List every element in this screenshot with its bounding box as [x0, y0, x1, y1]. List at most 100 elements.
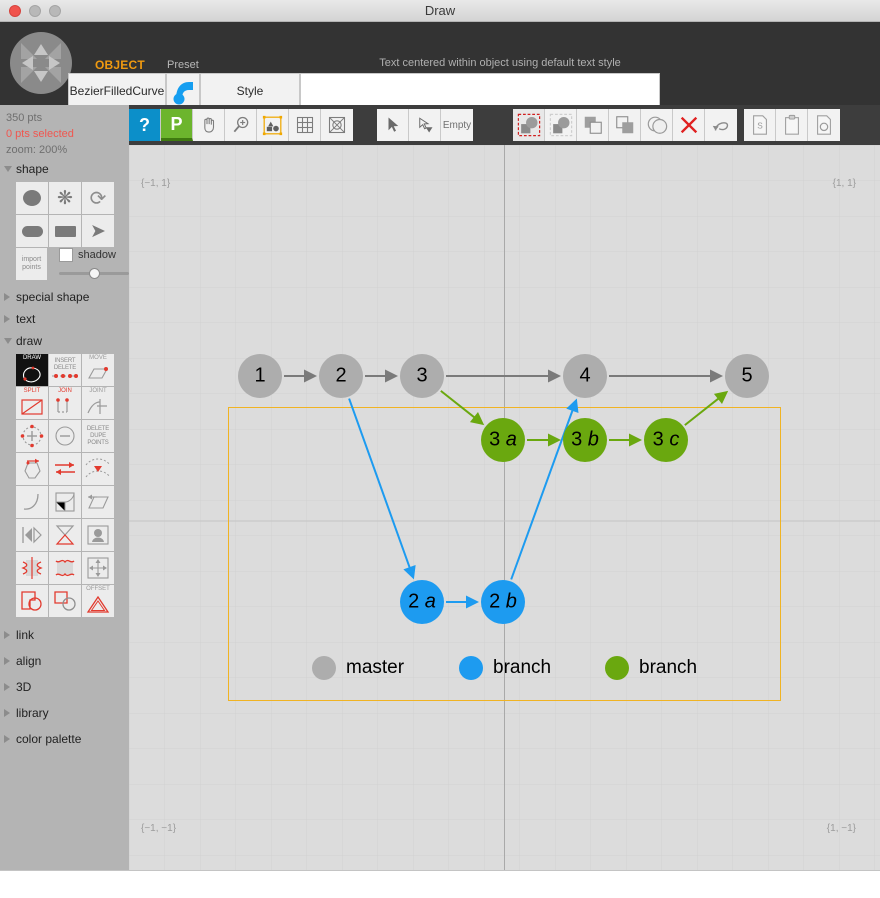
draw-tool-joint[interactable]: JOINT: [82, 387, 114, 419]
drawing-canvas[interactable]: {−1, 1} {1, 1} {−1, −1} {1, −1} 123452 a…: [129, 145, 880, 870]
fit-to-frame-button[interactable]: [321, 109, 353, 141]
zoom-tool-button[interactable]: [225, 109, 257, 141]
object-text-input[interactable]: [300, 73, 660, 109]
graph-node[interactable]: [400, 354, 444, 398]
shadow-checkbox[interactable]: [59, 248, 73, 262]
graph-node[interactable]: [319, 354, 363, 398]
graph-node[interactable]: [481, 418, 525, 462]
sidebar-section-3d[interactable]: 3D: [0, 676, 129, 698]
compass-arrows-icon: [17, 39, 65, 87]
sidebar-section-draw[interactable]: draw: [0, 330, 129, 352]
object-name-field[interactable]: BezierFilledCurve: [68, 73, 166, 109]
title-bar: Draw: [0, 0, 880, 22]
draw-tool-distort-x[interactable]: [16, 552, 48, 584]
draw-tool-subtract[interactable]: [49, 585, 81, 617]
draw-tool-delete-dupe-points[interactable]: DELETE DUPE POINTS: [82, 420, 114, 452]
shape-tool-arrow[interactable]: ➤: [82, 215, 114, 247]
draw-tool-expand[interactable]: [82, 552, 114, 584]
draw-tool-spray-points[interactable]: [82, 519, 114, 551]
draw-tool-remove-points[interactable]: [49, 420, 81, 452]
boolean-merge-button[interactable]: [641, 109, 673, 141]
bring-forward-button[interactable]: [577, 109, 609, 141]
send-backward-button[interactable]: [609, 109, 641, 141]
zoom-magnifier-icon: [231, 115, 251, 135]
save-snapshot-button[interactable]: S: [744, 109, 776, 141]
graph-edge: [685, 391, 728, 425]
sidebar-section-align[interactable]: align: [0, 650, 129, 672]
sidebar-section-special-shape[interactable]: special shape: [0, 286, 129, 308]
help-button[interactable]: ?: [129, 109, 161, 141]
graph-node[interactable]: [644, 418, 688, 462]
object-section-label: OBJECT: [95, 58, 145, 72]
grid-toggle-button[interactable]: [289, 109, 321, 141]
preset-button[interactable]: P: [161, 109, 193, 141]
graph-node[interactable]: [563, 354, 607, 398]
points-info: 350 pts 0 pts selected zoom: 200%: [0, 105, 129, 158]
select-tool-button[interactable]: [377, 109, 409, 141]
chevron-right-icon: [4, 735, 10, 743]
sidebar-section-text[interactable]: text: [0, 308, 129, 330]
draw-tool-joint-label: JOINT: [82, 388, 114, 395]
slider-knob[interactable]: [89, 268, 100, 279]
draw-tool-corner[interactable]: [49, 486, 81, 518]
paste-button[interactable]: [776, 109, 808, 141]
shape-tool-spiral[interactable]: ⟳: [82, 182, 114, 214]
sidebar-section-library[interactable]: library: [0, 702, 129, 724]
scale-vertical-icon: [53, 523, 77, 547]
lasso-select-button[interactable]: [409, 109, 441, 141]
deselect-all-button[interactable]: [545, 109, 577, 141]
sidebar-section-link[interactable]: link: [0, 624, 129, 646]
graph-edge: [527, 434, 561, 447]
draw-tool-insert-delete[interactable]: INSERT DELETE: [49, 354, 81, 386]
draw-tool-delete-dupe-label: DELETE DUPE POINTS: [82, 426, 114, 447]
draw-tool-draw[interactable]: DRAW: [16, 354, 48, 386]
shape-tool-star[interactable]: ❋: [49, 182, 81, 214]
draw-tool-flip-horizontal[interactable]: [49, 453, 81, 485]
send-backward-icon: [614, 114, 636, 136]
shadow-slider[interactable]: [59, 268, 129, 278]
graph-edge: [446, 370, 561, 383]
draw-tool-smooth-points[interactable]: [82, 453, 114, 485]
bring-forward-icon: [582, 114, 604, 136]
shape-tool-pill[interactable]: [16, 215, 48, 247]
expand-icon: [86, 556, 110, 580]
graph-node[interactable]: [238, 354, 282, 398]
shape-tool-circle[interactable]: [16, 182, 48, 214]
graph-node[interactable]: [725, 354, 769, 398]
draw-tool-add-points[interactable]: [16, 420, 48, 452]
undo-button[interactable]: [705, 109, 737, 141]
draw-tool-join[interactable]: JOIN: [49, 387, 81, 419]
style-button[interactable]: Style: [200, 73, 300, 109]
sidebar-section-shape[interactable]: shape: [0, 158, 129, 180]
draw-tool-scale-vertical[interactable]: [49, 519, 81, 551]
chevron-right-icon: [4, 315, 10, 323]
draw-tool-offset[interactable]: OFFSET: [82, 585, 114, 617]
help-button-label: ?: [139, 116, 150, 134]
empty-selection-label[interactable]: Empty: [441, 109, 473, 141]
spray-points-icon: [86, 524, 110, 546]
draw-tool-mirror[interactable]: [16, 519, 48, 551]
select-all-button[interactable]: [513, 109, 545, 141]
draw-tool-reverse-direction[interactable]: [16, 453, 48, 485]
sidebar-section-color-palette[interactable]: color palette: [0, 728, 129, 750]
pan-tool-button[interactable]: [193, 109, 225, 141]
legend-label: branch: [493, 657, 551, 679]
draw-tool-move[interactable]: MOVE: [82, 354, 114, 386]
draw-tool-distort-y[interactable]: [49, 552, 81, 584]
draw-tool-skew[interactable]: [82, 486, 114, 518]
shape-tool-grid: ❋ ⟳ ➤: [16, 182, 129, 247]
graph-node[interactable]: [400, 580, 444, 624]
camera-doc-button[interactable]: [808, 109, 840, 141]
graph-node[interactable]: [481, 580, 525, 624]
shape-tool-rectangle[interactable]: [49, 215, 81, 247]
draw-tool-union[interactable]: [16, 585, 48, 617]
reverse-direction-icon: [19, 457, 45, 481]
graph-node[interactable]: [563, 418, 607, 462]
objects-panel-button[interactable]: [257, 109, 289, 141]
import-points-button[interactable]: import points: [16, 248, 47, 280]
preset-swatch-button[interactable]: [166, 73, 200, 109]
draw-tool-split[interactable]: SPLIT: [16, 387, 48, 419]
navigation-compass[interactable]: [10, 32, 72, 94]
delete-button[interactable]: [673, 109, 705, 141]
draw-tool-arc[interactable]: [16, 486, 48, 518]
